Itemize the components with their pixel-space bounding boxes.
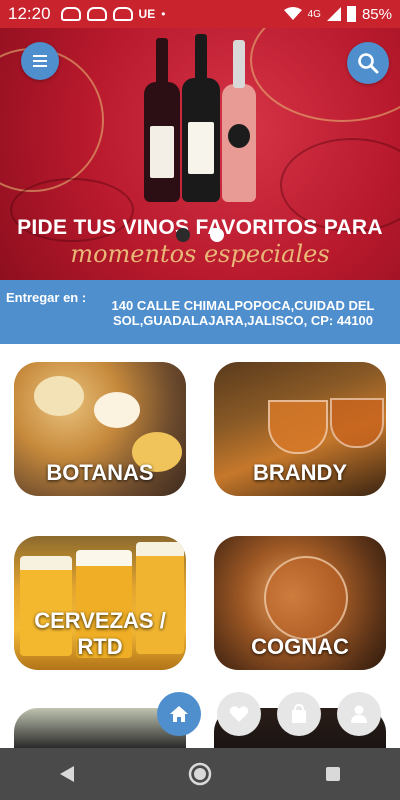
search-button[interactable] [347,42,389,84]
system-navigation-bar [0,748,400,800]
wine-bottle-dark [182,34,220,202]
battery-icon [346,6,356,22]
heart-icon [229,706,249,722]
delivery-label: Entregar en : [6,290,87,305]
system-home-button[interactable] [174,754,226,794]
dot-icon: • [161,7,166,21]
category-title: BOTANAS [46,460,154,485]
delivery-address: 140 CALLE CHIMALPOPOCA,CUIDAD DEL SOL,GU… [111,298,375,328]
nav-profile-button[interactable] [337,692,381,736]
notification-icon [86,7,107,21]
notification-icon [60,7,81,21]
wifi-icon [283,7,302,20]
category-card-cervezas[interactable]: CERVEZAS / RTD [14,536,186,670]
back-icon [59,766,74,782]
signal-icon [326,7,341,21]
category-title: CERVEZAS / RTD [34,608,166,659]
notification-area: UE • [60,7,166,21]
recents-icon [326,767,341,781]
profile-icon [351,705,367,723]
search-icon [358,53,379,74]
status-right: 4G 85% [283,5,392,23]
nav-home-button[interactable] [157,692,201,736]
system-recents-button[interactable] [307,754,359,794]
menu-button[interactable] [21,42,59,80]
wine-bottle-rose [222,40,256,202]
status-time: 12:20 [8,4,51,23]
status-bar: 12:20 UE • 4G 85% [0,0,400,28]
delivery-address-bar[interactable]: Entregar en : 140 CALLE CHIMALPOPOCA,CUI… [0,280,400,344]
home-icon [170,706,188,722]
promo-banner[interactable]: PIDE TUS VINOS FAVORITOS PARA momentos e… [0,28,400,280]
wine-bottle-red [144,38,180,202]
banner-headline: PIDE TUS VINOS FAVORITOS PARA [17,216,383,239]
category-title: BRANDY [252,460,348,485]
nav-favorites-button[interactable] [217,692,261,736]
category-card-botanas[interactable]: BOTANAS [14,362,186,496]
notification-icon [112,7,133,21]
battery-level: 85% [361,5,392,23]
home-circle-icon [188,762,212,786]
carrier-badge: UE [138,7,156,21]
carousel-dot-1[interactable] [176,228,190,242]
category-card-cognac[interactable]: COGNAC [214,536,386,670]
category-card-brandy[interactable]: BRANDY [214,362,386,496]
network-type: 4G [307,8,321,20]
nav-cart-button[interactable] [277,692,321,736]
system-back-button[interactable] [41,754,93,794]
bag-icon [292,704,306,723]
banner-subline: momentos especiales [70,240,330,268]
carousel-dot-2[interactable] [210,228,224,242]
category-title: COGNAC [251,634,349,659]
menu-icon [33,55,47,67]
